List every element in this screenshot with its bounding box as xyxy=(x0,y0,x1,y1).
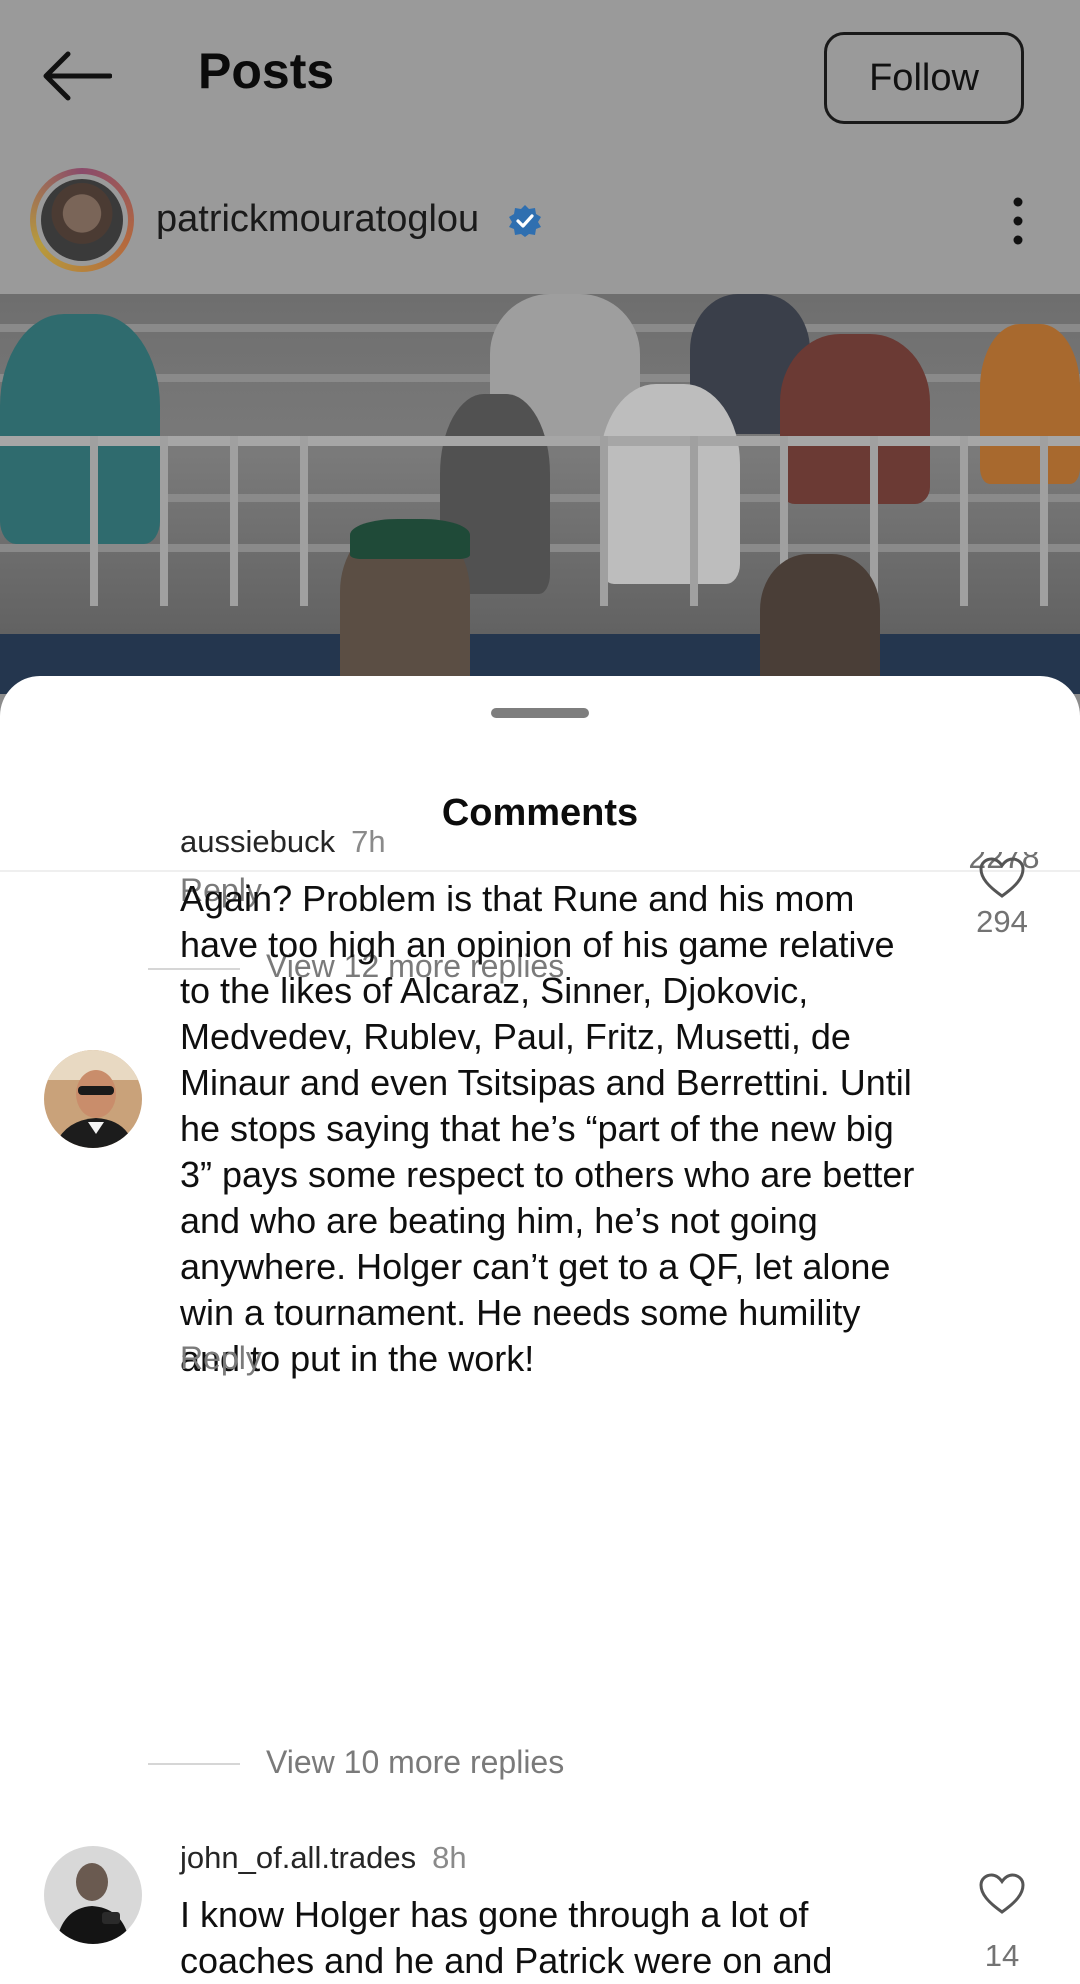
avatar-photo xyxy=(44,1846,142,1944)
comment-text: Again? Problem is that Rune and his mom … xyxy=(180,878,915,1379)
more-vertical-icon[interactable] xyxy=(1006,196,1030,246)
follow-button[interactable]: Follow xyxy=(824,32,1024,124)
page-title: Posts xyxy=(198,43,335,99)
author-username[interactable]: patrickmouratoglou xyxy=(156,198,479,241)
author-avatar[interactable] xyxy=(30,168,134,272)
view-more-replies[interactable]: View 10 more replies xyxy=(266,1744,564,1781)
comment-username[interactable]: john_of.all.trades xyxy=(180,1840,416,1875)
reply-link[interactable]: Reply xyxy=(180,1340,262,1377)
comments-list: aussiebuck 7h Again? Problem is that Rune… xyxy=(0,676,1080,1984)
heart-icon[interactable] xyxy=(978,856,1026,900)
heart-icon[interactable] xyxy=(978,1872,1026,1916)
post-author-row: patrickmouratoglou xyxy=(0,150,1080,294)
like-count: 14 xyxy=(984,1938,1020,1973)
post-photo xyxy=(0,294,1080,694)
comment-header: aussiebuck 7h xyxy=(180,824,386,860)
avatar-photo xyxy=(41,179,123,261)
comment-header: john_of.all.trades 8h xyxy=(180,1840,467,1876)
comment-text: I know Holger has gone through a lot of … xyxy=(180,1894,833,1981)
comment-time: 8h xyxy=(432,1840,467,1875)
comment-username[interactable]: aussiebuck xyxy=(180,824,335,859)
arrow-left-icon[interactable] xyxy=(40,48,112,104)
comment-time: 7h xyxy=(351,824,386,859)
verified-badge-icon xyxy=(509,205,541,237)
top-bar: Posts Follow xyxy=(0,0,1080,150)
like-count: 294 xyxy=(976,904,1028,939)
comment-avatar[interactable] xyxy=(44,1846,142,1944)
view-replies-line xyxy=(148,1763,240,1765)
